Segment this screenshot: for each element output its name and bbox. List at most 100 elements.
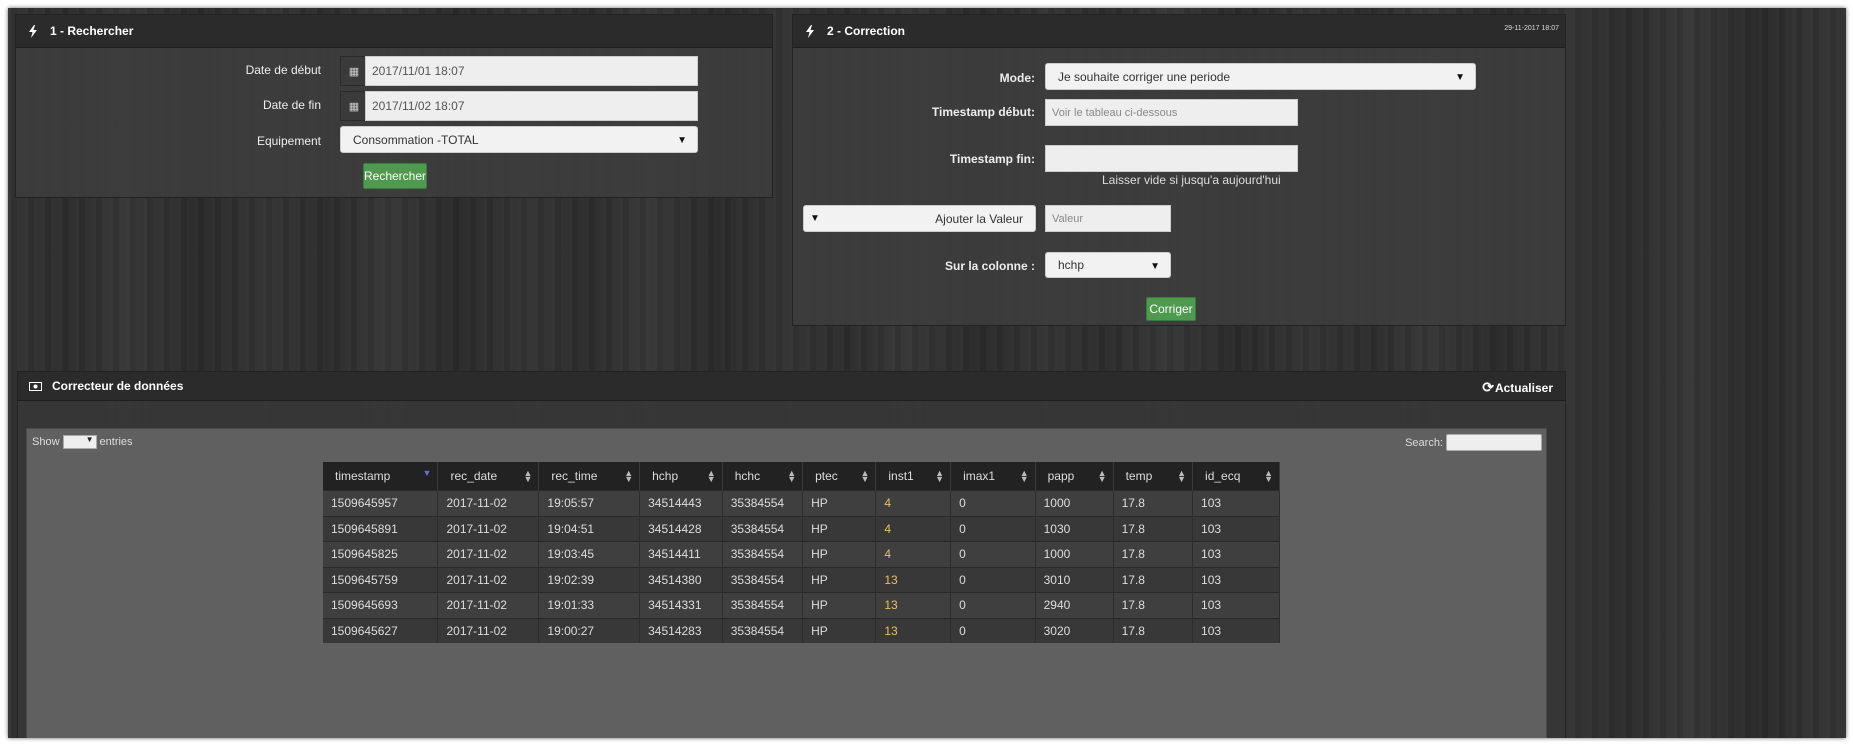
- timestamp-fin-label: Timestamp fin:: [949, 152, 1035, 166]
- colonne-selected: hchp: [1058, 258, 1085, 272]
- entries-select[interactable]: ▼: [62, 435, 97, 449]
- mode-label: Mode:: [999, 71, 1035, 85]
- equipement-selected: Consommation -TOTAL: [353, 132, 479, 147]
- column-header-label: ptec: [815, 469, 838, 483]
- table-cell-papp: 2940: [1035, 592, 1114, 618]
- datatable-wrapper: Show ▼ entries Search: timestamp ▼ rec_dat…: [26, 428, 1547, 738]
- table-row[interactable]: 1509645759 2017-11-02 19:02:39 34514380 3538…: [323, 566, 1280, 593]
- data-panel-header: Correcteur de données ⟳ Actualiser: [18, 372, 1565, 401]
- table-cell-papp: 1000: [1035, 490, 1114, 516]
- equipement-select[interactable]: Consommation -TOTAL ▼: [340, 126, 698, 153]
- caret-down-icon: ▼: [85, 435, 94, 444]
- date-fin-input[interactable]: 2017/11/02 18:07: [365, 91, 698, 121]
- table-cell-papp: 3020: [1035, 617, 1114, 643]
- operation-select[interactable]: ▼ Ajouter la Valeur: [803, 205, 1036, 232]
- sort-icon: ▲ ▼: [1019, 468, 1029, 484]
- search-control: Search:: [1405, 434, 1542, 451]
- refresh-button[interactable]: ⟳ Actualiser: [1482, 379, 1553, 396]
- search-label: Search:: [1405, 436, 1443, 449]
- timestamp-fin-input[interactable]: [1045, 145, 1298, 172]
- sort-icon: ▲ ▼: [1264, 468, 1273, 484]
- bolt-icon: [803, 24, 817, 38]
- refresh-icon: ⟳: [1482, 379, 1494, 395]
- table-cell-id_ecq: 103: [1192, 515, 1280, 542]
- column-header-inst1[interactable]: inst1 ▲ ▼: [875, 462, 952, 491]
- table-cell-temp: 17.8: [1113, 490, 1194, 516]
- sort-icon: ▲ ▼: [706, 468, 716, 484]
- column-header-label: hchc: [734, 469, 761, 483]
- column-header-hchp[interactable]: hchp ▲ ▼: [639, 462, 723, 491]
- timestamp-debut-input[interactable]: Voir le tableau ci-dessous: [1045, 99, 1298, 126]
- column-header-rec_time[interactable]: rec_time ▲ ▼: [538, 462, 641, 491]
- column-header-label: rec_time: [551, 469, 598, 483]
- table-cell-hchc: 35384554: [722, 490, 804, 516]
- table-cell-papp: 1030: [1035, 515, 1114, 542]
- colonne-select[interactable]: hchp ▼: [1045, 252, 1171, 278]
- table-cell-rec_time: 19:01:33: [538, 592, 641, 618]
- column-header-label: timestamp: [335, 469, 391, 483]
- colonne-label: Sur la colonne :: [944, 259, 1035, 273]
- column-header-label: hchp: [652, 469, 679, 483]
- caret-down-icon: ▼: [1455, 72, 1465, 83]
- valeur-input[interactable]: Valeur: [1045, 205, 1171, 232]
- sort-icon: ▲ ▼: [787, 468, 797, 484]
- column-header-papp[interactable]: papp ▲ ▼: [1035, 462, 1114, 491]
- table-cell-rec_date: 2017-11-02: [437, 515, 540, 542]
- table-cell-ptec: HP: [802, 566, 877, 593]
- table-cell-rec_date: 2017-11-02: [437, 566, 540, 593]
- table-cell-imax1: 0: [950, 617, 1036, 643]
- table-cell-hchc: 35384554: [722, 617, 804, 643]
- table-cell-hchc: 35384554: [722, 541, 804, 567]
- table-cell-inst1: 13: [875, 617, 952, 643]
- date-debut-input[interactable]: 2017/11/01 18:07: [365, 56, 698, 86]
- table-row[interactable]: 1509645891 2017-11-02 19:04:51 34514428 3538…: [323, 515, 1280, 542]
- column-header-label: id_ecq: [1205, 469, 1241, 483]
- search-input[interactable]: [1446, 434, 1542, 451]
- date-debut-label: Date de début: [245, 63, 321, 77]
- table-cell-id_ecq: 103: [1192, 617, 1280, 643]
- table-cell-id_ecq: 103: [1192, 490, 1280, 516]
- search-panel-title: 1 - Rechercher: [50, 24, 134, 38]
- mode-select[interactable]: Je souhaite corriger une periode ▼: [1045, 63, 1476, 90]
- column-header-imax1[interactable]: imax1 ▲ ▼: [950, 462, 1036, 491]
- sort-icon: ▲ ▼: [523, 468, 533, 484]
- caret-down-icon: ▼: [810, 213, 820, 224]
- table-cell-rec_time: 19:04:51: [538, 515, 641, 542]
- table-row[interactable]: 1509645693 2017-11-02 19:01:33 34514331 3538…: [323, 592, 1280, 618]
- table-cell-timestamp: 1509645693: [323, 592, 439, 618]
- mode-selected: Je souhaite corriger une periode: [1058, 69, 1231, 84]
- corriger-button[interactable]: Corriger: [1146, 297, 1196, 321]
- table-row[interactable]: 1509645957 2017-11-02 19:05:57 34514443 3538…: [323, 490, 1280, 516]
- table-row[interactable]: 1509645627 2017-11-02 19:00:27 34514283 3538…: [323, 617, 1280, 643]
- column-header-temp[interactable]: temp ▲ ▼: [1113, 462, 1194, 491]
- table-cell-rec_time: 19:02:39: [538, 566, 641, 593]
- table-cell-inst1: 4: [875, 515, 952, 542]
- caret-down-icon: ▼: [1150, 261, 1160, 272]
- refresh-label: Actualiser: [1494, 380, 1553, 395]
- table-row[interactable]: 1509645825 2017-11-02 19:03:45 34514411 3538…: [323, 541, 1280, 567]
- table-cell-hchc: 35384554: [722, 566, 804, 593]
- table-cell-hchp: 34514443: [639, 490, 723, 516]
- table-cell-papp: 1000: [1035, 541, 1114, 567]
- table-header-row: timestamp ▼ rec_date ▲ ▼ rec_time ▲ ▼ hchp ▲ ▼ hchc…: [323, 462, 1280, 491]
- column-header-id_ecq[interactable]: id_ecq ▲ ▼: [1192, 462, 1280, 491]
- table-cell-hchc: 35384554: [722, 515, 804, 542]
- column-header-label: temp: [1125, 469, 1153, 483]
- table-cell-hchp: 34514411: [639, 541, 723, 567]
- table-body: 1509645957 2017-11-02 19:05:57 34514443 3538…: [323, 490, 1280, 643]
- table-cell-temp: 17.8: [1113, 541, 1194, 567]
- sort-icon: ▲ ▼: [1097, 468, 1107, 484]
- table-cell-imax1: 0: [950, 515, 1036, 542]
- show-label: Show: [32, 436, 60, 448]
- rechercher-button[interactable]: Rechercher: [363, 163, 427, 189]
- entries-label: entries: [99, 436, 133, 448]
- caret-down-icon: ▼: [677, 135, 687, 146]
- column-header-rec_date[interactable]: rec_date ▲ ▼: [437, 462, 540, 491]
- table-cell-hchp: 34514283: [639, 617, 723, 643]
- calendar-icon: ▦: [340, 91, 368, 121]
- table-cell-rec_time: 19:00:27: [538, 617, 641, 643]
- table-cell-timestamp: 1509645759: [323, 566, 439, 593]
- column-header-ptec[interactable]: ptec ▲ ▼: [802, 462, 877, 491]
- column-header-timestamp[interactable]: timestamp ▼: [323, 462, 439, 491]
- column-header-hchc[interactable]: hchc ▲ ▼: [722, 462, 804, 491]
